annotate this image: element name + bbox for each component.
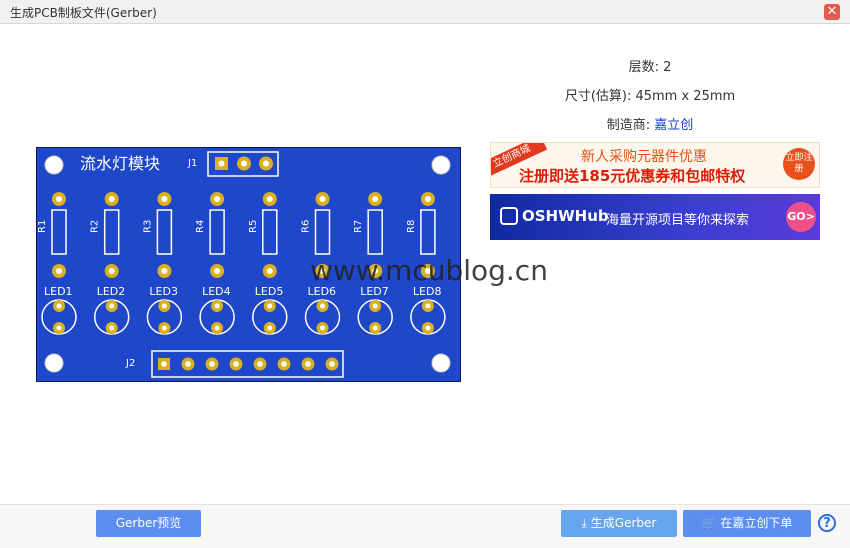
resistor-label: R3 bbox=[142, 220, 153, 233]
promo-banner-oshwhub[interactable]: OSHWHub 海量开源项目等你来探索 GO> bbox=[490, 194, 820, 240]
led-drill bbox=[425, 303, 431, 309]
banner-register-button[interactable]: 立即注册 bbox=[783, 148, 815, 180]
j2-drill bbox=[305, 361, 311, 367]
j1-label: J1 bbox=[187, 158, 197, 169]
resistor-drill bbox=[108, 268, 115, 274]
resistor-drill bbox=[56, 196, 62, 202]
led-drill bbox=[161, 303, 167, 309]
resistor-drill bbox=[266, 268, 273, 274]
led-drill bbox=[56, 303, 62, 309]
led-drill bbox=[425, 325, 431, 331]
window-title: 生成PCB制板文件(Gerber) bbox=[10, 6, 157, 20]
generate-gerber-button[interactable]: ⤓ 生成Gerber bbox=[561, 510, 677, 537]
mount-hole bbox=[431, 353, 451, 373]
resistor-drill bbox=[214, 196, 221, 202]
resistor-drill bbox=[108, 196, 115, 202]
generate-gerber-label: 生成Gerber bbox=[590, 516, 657, 530]
maker-label: 制造商: bbox=[606, 118, 655, 133]
layers-info: 层数: 2 bbox=[628, 60, 672, 75]
led-drill bbox=[267, 303, 273, 309]
mount-hole bbox=[44, 155, 64, 175]
led-drill bbox=[320, 325, 325, 331]
resistor-drill bbox=[319, 196, 326, 202]
resistor-label: R7 bbox=[353, 220, 364, 233]
j2-drill bbox=[281, 361, 287, 367]
led-label: LED3 bbox=[149, 285, 178, 298]
resistor-label: R6 bbox=[301, 220, 312, 233]
banner-line1: 新人采购元器件优惠 bbox=[581, 149, 707, 165]
j2-drill bbox=[329, 361, 335, 367]
banner-line2: 注册即送185元优惠券和包邮特权 bbox=[519, 167, 746, 185]
download-icon: ⤓ bbox=[581, 516, 591, 530]
led-drill bbox=[214, 303, 220, 309]
resistor-label: R1 bbox=[37, 220, 48, 233]
title-bar: 生成PCB制板文件(Gerber) ✕ bbox=[0, 0, 850, 24]
resistor-label: R4 bbox=[195, 220, 206, 233]
resistor-drill bbox=[266, 196, 273, 202]
cart-icon: 🛒 bbox=[701, 516, 721, 530]
banner2-text: 海量开源项目等你来探索 bbox=[606, 213, 750, 228]
led-label: LED1 bbox=[44, 285, 73, 298]
mount-hole bbox=[431, 155, 451, 175]
j1-drill bbox=[263, 160, 269, 167]
maker-info: 制造商: 嘉立创 bbox=[500, 114, 800, 133]
resistor-label: R5 bbox=[248, 220, 259, 233]
order-label: 在嘉立创下单 bbox=[720, 516, 793, 530]
led-label: LED5 bbox=[255, 285, 284, 298]
order-button[interactable]: 🛒 在嘉立创下单 bbox=[683, 510, 811, 537]
resistor-label: R2 bbox=[90, 220, 101, 233]
led-drill bbox=[214, 325, 220, 331]
j1-drill bbox=[218, 160, 225, 167]
j2-drill bbox=[233, 361, 239, 367]
help-icon[interactable]: ? bbox=[818, 514, 836, 532]
resistor-drill bbox=[372, 196, 379, 202]
j2-drill bbox=[257, 361, 263, 367]
j2-drill bbox=[209, 361, 215, 367]
led-drill bbox=[109, 303, 115, 309]
j2-drill bbox=[161, 361, 167, 367]
j2-drill bbox=[185, 361, 191, 367]
banner-go-button[interactable]: GO> bbox=[786, 202, 816, 232]
maker-link[interactable]: 嘉立创 bbox=[654, 118, 693, 133]
close-icon[interactable]: ✕ bbox=[824, 4, 840, 20]
led-drill bbox=[372, 303, 378, 309]
j2-label: J2 bbox=[125, 358, 135, 369]
watermark-text: www.mcublog.cn bbox=[310, 254, 548, 287]
promo-banner-lcsc[interactable]: 立创商城 新人采购元器件优惠 注册即送185元优惠券和包邮特权 立即注册 bbox=[490, 142, 820, 188]
resistor-drill bbox=[161, 268, 168, 274]
resistor-drill bbox=[161, 196, 168, 202]
led-drill bbox=[56, 325, 62, 331]
resistor-drill bbox=[214, 268, 221, 274]
resistor-drill bbox=[424, 196, 431, 202]
oshwhub-logo-icon bbox=[500, 207, 518, 225]
led-drill bbox=[320, 303, 325, 309]
led-drill bbox=[267, 325, 273, 331]
j1-drill bbox=[241, 160, 247, 167]
mount-hole bbox=[44, 353, 64, 373]
led-drill bbox=[109, 325, 115, 331]
led-label: LED4 bbox=[202, 285, 231, 298]
size-info: 尺寸(估算): 45mm x 25mm bbox=[564, 89, 736, 104]
led-label: LED2 bbox=[97, 285, 126, 298]
resistor-label: R8 bbox=[406, 220, 417, 233]
pcb-title: 流水灯模块 bbox=[80, 154, 160, 173]
gerber-preview-button[interactable]: Gerber预览 bbox=[96, 510, 201, 537]
banner-brand: OSHWHub bbox=[522, 207, 609, 225]
resistor-drill bbox=[56, 268, 62, 274]
led-drill bbox=[161, 325, 167, 331]
led-drill bbox=[372, 325, 378, 331]
